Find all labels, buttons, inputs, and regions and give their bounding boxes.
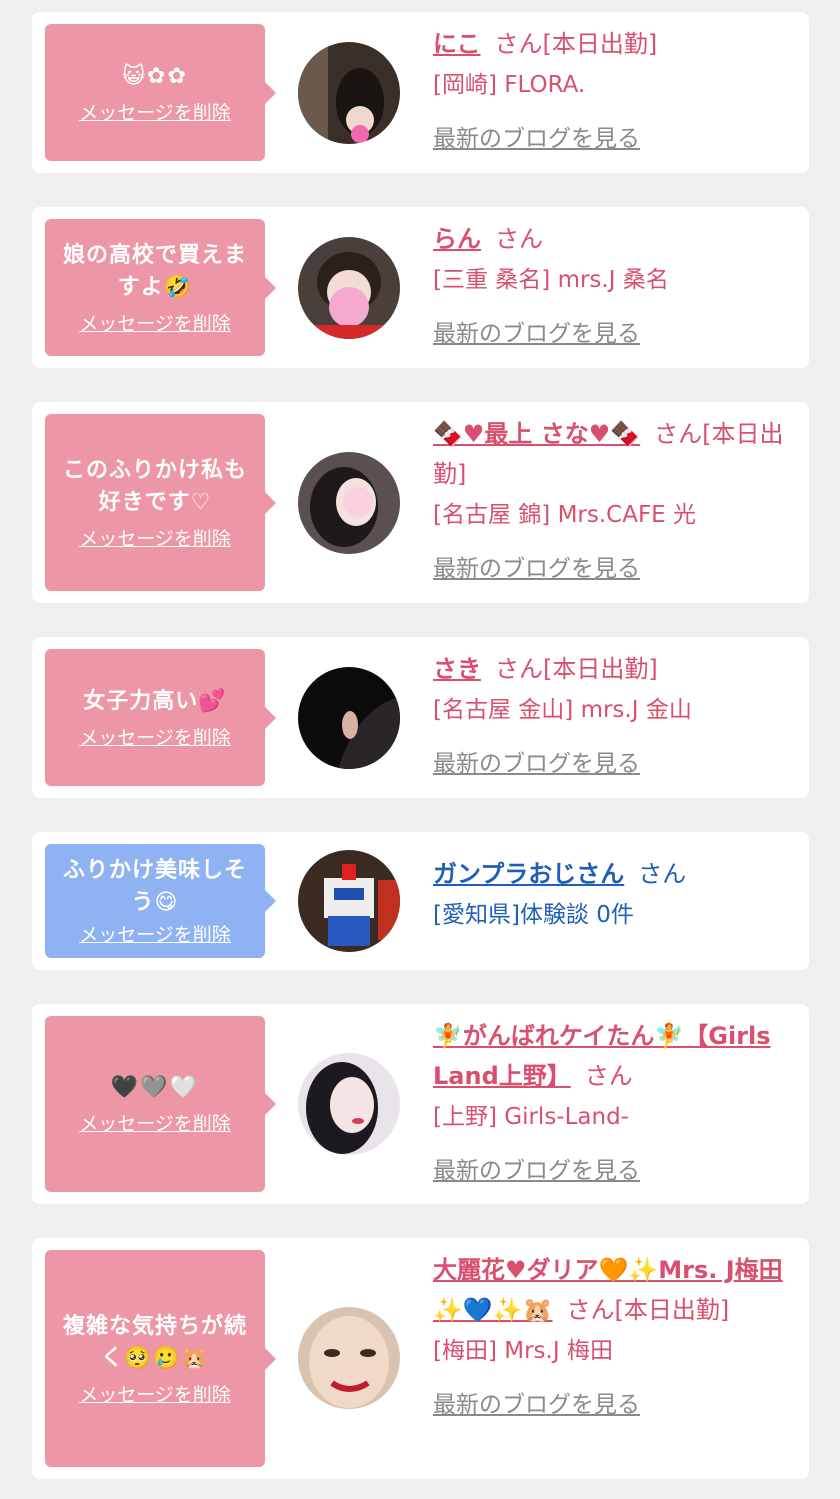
profile-suffix: さん <box>638 860 687 888</box>
profile-name-link[interactable]: にこ <box>433 30 481 58</box>
delete-message-link[interactable]: メッセージを削除 <box>79 1112 231 1136</box>
shop-name: [名古屋 錦] Mrs.CAFE 光 <box>433 502 697 528</box>
profile-suffix: さん <box>495 225 543 253</box>
message-text: ふりかけ美味しそう😋 <box>62 858 247 915</box>
avatar[interactable] <box>298 667 400 769</box>
profile-info: にこ さん[本日出勤] [岡崎] FLORA. 最新のブログを見る <box>433 24 793 160</box>
profile-info: らん さん [三重 桑名] mrs.J 桑名 最新のブログを見る <box>433 219 793 355</box>
avatar[interactable] <box>298 1053 400 1155</box>
profile-suffix: さん[本日出勤] <box>495 655 658 683</box>
message-text: 娘の高校で買えますよ🤣 <box>62 242 247 300</box>
message-text: このふりかけ私も好きです♡ <box>62 457 247 515</box>
delete-message-link[interactable]: メッセージを削除 <box>79 312 231 336</box>
shop-name: [愛知県]体験談 0件 <box>433 902 634 928</box>
profile-name-link[interactable]: さき <box>433 655 481 683</box>
message-card: 女子力高い💕 メッセージを削除 さき さん[本日出勤] [名古屋 金山] mrs.… <box>32 637 809 798</box>
message-bubble: 🖤🩶🤍 メッセージを削除 <box>45 1016 276 1192</box>
profile-suffix: さん <box>584 1062 633 1090</box>
profile-info: 🧚がんばれケイたん🧚【Girls Land上野】 さん [上野] Girls-La… <box>433 1016 793 1192</box>
blog-link[interactable]: 最新のブログを見る <box>433 548 640 590</box>
profile-suffix: さん[本日出勤] <box>566 1296 730 1324</box>
delete-message-link[interactable]: メッセージを削除 <box>79 101 231 125</box>
blog-link[interactable]: 最新のブログを見る <box>433 313 640 355</box>
shop-name: [岡崎] FLORA. <box>433 72 586 98</box>
message-bubble: 😺✿✿ メッセージを削除 <box>45 24 276 161</box>
message-card: 複雑な気持ちが続く🥺🥲🐹 メッセージを削除 大麗花♥ダリア🧡✨Mrs. J梅田✨… <box>32 1238 809 1479</box>
message-text: 複雑な気持ちが続く🥺🥲🐹 <box>62 1313 247 1371</box>
message-text: 女子力高い💕 <box>83 688 227 714</box>
avatar[interactable] <box>298 850 400 952</box>
blog-link[interactable]: 最新のブログを見る <box>433 1150 640 1192</box>
shop-name: [名古屋 金山] mrs.J 金山 <box>433 697 692 723</box>
profile-name-link[interactable]: 🍫♥最上 さな♥🍫 <box>433 420 640 448</box>
message-card: ふりかけ美味しそう😋 メッセージを削除 ガンプラおじさん さん [愛知県]体験談 … <box>32 832 809 970</box>
blog-link[interactable]: 最新のブログを見る <box>433 743 640 785</box>
avatar[interactable] <box>298 237 400 339</box>
message-card: 🖤🩶🤍 メッセージを削除 🧚がんばれケイたん🧚【Girls Land上野】 さん … <box>32 1004 809 1204</box>
message-bubble: 女子力高い💕 メッセージを削除 <box>45 649 276 786</box>
message-bubble: 娘の高校で買えますよ🤣 メッセージを削除 <box>45 219 276 356</box>
profile-name-link[interactable]: ガンプラおじさん <box>433 860 624 888</box>
message-bubble: ふりかけ美味しそう😋 メッセージを削除 <box>45 844 276 958</box>
message-text: 😺✿✿ <box>122 63 188 89</box>
message-card: このふりかけ私も好きです♡ メッセージを削除 🍫♥最上 さな♥🍫 さん[本日出勤]… <box>32 402 809 603</box>
avatar[interactable] <box>298 42 400 144</box>
delete-message-link[interactable]: メッセージを削除 <box>79 1383 231 1407</box>
blog-link[interactable]: 最新のブログを見る <box>433 1384 640 1426</box>
shop-name: [三重 桑名] mrs.J 桑名 <box>433 267 669 293</box>
delete-message-link[interactable]: メッセージを削除 <box>79 923 231 947</box>
profile-info: ガンプラおじさん さん [愛知県]体験談 0件 <box>433 854 793 936</box>
message-card: 娘の高校で買えますよ🤣 メッセージを削除 らん さん [三重 桑名] mrs.J … <box>32 207 809 368</box>
profile-info: 🍫♥最上 さな♥🍫 さん[本日出勤] [名古屋 錦] Mrs.CAFE 光 最新の… <box>433 414 793 590</box>
message-bubble: 複雑な気持ちが続く🥺🥲🐹 メッセージを削除 <box>45 1250 276 1467</box>
message-card: 😺✿✿ メッセージを削除 にこ さん[本日出勤] [岡崎] FLORA. 最新のブ… <box>32 12 809 173</box>
profile-info: さき さん[本日出勤] [名古屋 金山] mrs.J 金山 最新のブログを見る <box>433 649 793 785</box>
delete-message-link[interactable]: メッセージを削除 <box>79 726 231 750</box>
shop-name: [上野] Girls-Land- <box>433 1104 629 1130</box>
delete-message-link[interactable]: メッセージを削除 <box>79 527 231 551</box>
profile-info: 大麗花♥ダリア🧡✨Mrs. J梅田✨💙✨🐹 さん[本日出勤] [梅田] Mrs.J… <box>433 1250 793 1426</box>
blog-link[interactable]: 最新のブログを見る <box>433 118 640 160</box>
avatar[interactable] <box>298 1307 400 1409</box>
avatar[interactable] <box>298 452 400 554</box>
message-text: 🖤🩶🤍 <box>110 1075 200 1100</box>
message-bubble: このふりかけ私も好きです♡ メッセージを削除 <box>45 414 276 591</box>
profile-name-link[interactable]: らん <box>433 225 481 253</box>
shop-name: [梅田] Mrs.J 梅田 <box>433 1338 613 1364</box>
profile-suffix: さん[本日出勤] <box>494 30 658 58</box>
